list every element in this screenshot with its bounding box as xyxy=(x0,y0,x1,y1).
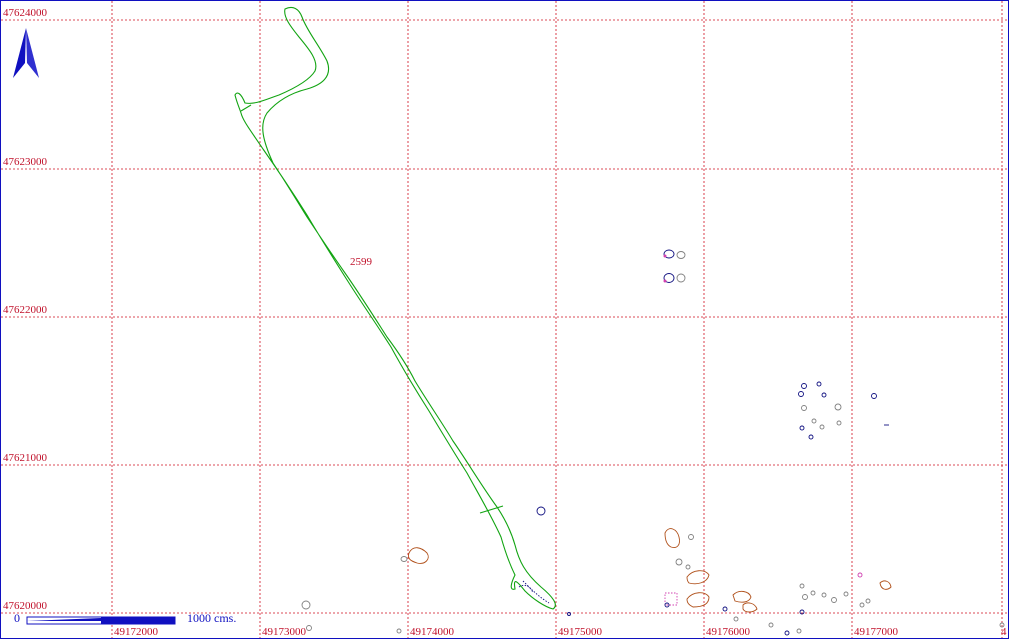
x-label-49177000: 49177000 xyxy=(854,626,899,638)
x-label-49176000: 49176000 xyxy=(706,626,751,638)
feature-cluster-lower[interactable] xyxy=(301,506,1005,636)
map-features[interactable] xyxy=(301,249,1005,636)
feature-cluster-right[interactable] xyxy=(798,381,890,440)
parcel-label: 2599 xyxy=(350,256,373,268)
parcel-polygon[interactable] xyxy=(234,6,556,610)
map-canvas[interactable]: 47624000 47623000 47622000 47621000 4762… xyxy=(1,1,1008,638)
x-axis-labels: 49172000 49173000 49174000 49175000 4917… xyxy=(114,626,1007,638)
feature-cluster-upper[interactable] xyxy=(663,249,686,283)
y-label-47621000: 47621000 xyxy=(3,452,48,464)
parcel-tip-detail xyxy=(518,580,550,604)
north-arrow-icon xyxy=(13,28,39,78)
map-frame[interactable]: 47624000 47623000 47622000 47621000 4762… xyxy=(0,0,1009,639)
y-axis-labels: 47624000 47623000 47622000 47621000 4762… xyxy=(3,7,48,612)
scale-start-label: 0 xyxy=(14,611,20,625)
x-label-49174000: 49174000 xyxy=(410,626,455,638)
y-label-47624000: 47624000 xyxy=(3,7,48,19)
grid xyxy=(1,1,1008,638)
scale-end-label: 1000 cms. xyxy=(187,611,236,625)
x-label-partial: 4 xyxy=(1001,626,1007,638)
y-label-47622000: 47622000 xyxy=(3,304,48,316)
y-label-47623000: 47623000 xyxy=(3,156,48,168)
scale-bar-fill xyxy=(101,617,175,624)
y-label-47620000: 47620000 xyxy=(3,600,48,612)
x-label-49173000: 49173000 xyxy=(262,626,307,638)
x-label-49172000: 49172000 xyxy=(114,626,159,638)
x-label-49175000: 49175000 xyxy=(558,626,603,638)
